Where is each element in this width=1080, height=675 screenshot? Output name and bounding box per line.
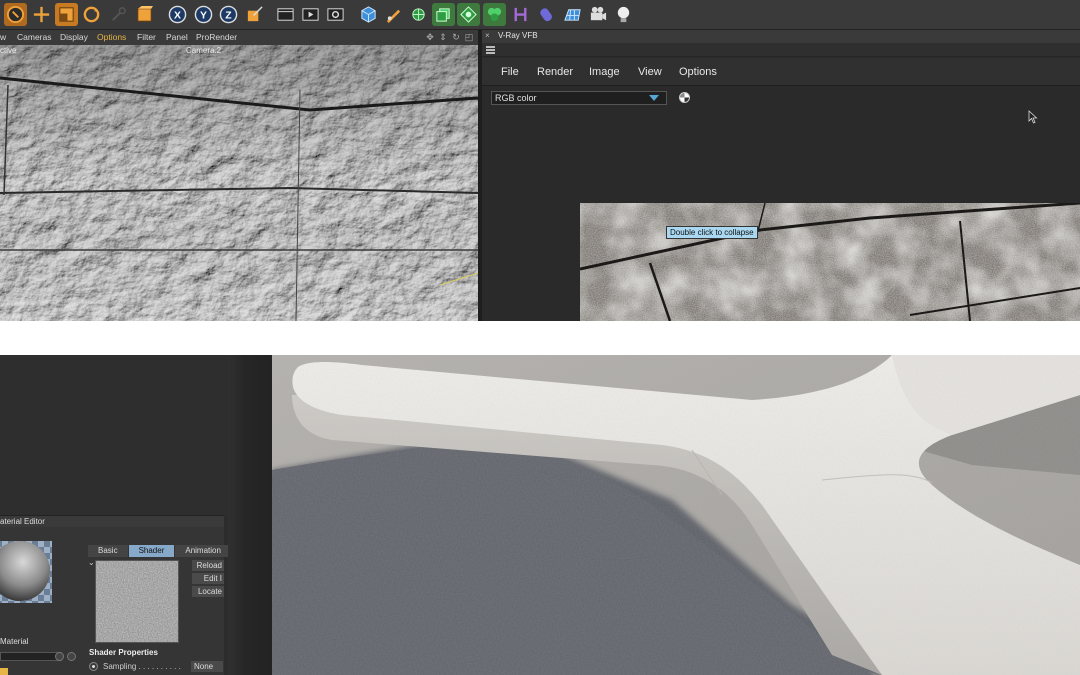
dolly-icon[interactable]: ⇕ (438, 32, 448, 42)
render-view-icon[interactable] (274, 3, 297, 26)
collapse-tooltip: Double click to collapse (666, 226, 758, 239)
sampling-label: Sampling . . . . . . . . . . (103, 662, 181, 671)
tab-animation[interactable]: Animation (175, 545, 231, 557)
material-tabs: Basic Shader Animation (88, 545, 232, 557)
hamburger-menu-icon[interactable] (486, 46, 495, 54)
vfb-menu-options[interactable]: Options (679, 66, 717, 78)
render-picture-viewer-icon[interactable] (299, 3, 322, 26)
floor-grid-icon[interactable] (561, 3, 584, 26)
orbit-icon[interactable]: ↻ (451, 32, 461, 42)
vfb-title: V-Ray VFB (498, 31, 538, 40)
locate-button[interactable]: Locate (192, 586, 224, 597)
view-name-label: ctive (0, 46, 17, 55)
rotate-icon[interactable] (80, 3, 103, 26)
shader-properties-heading: Shader Properties (89, 648, 158, 657)
material-menu-icon[interactable] (55, 652, 64, 661)
vfb-menu-bar: File Render Image View Options (482, 58, 1080, 86)
panel-seam (228, 355, 272, 675)
c4d-window: X Y Z w Cameras Display Options Filter P… (0, 0, 1080, 321)
reload-button[interactable]: Reload (192, 560, 224, 571)
vfb-menu-view[interactable]: View (638, 66, 662, 78)
menu-filter[interactable]: Filter (137, 32, 156, 42)
vfb-sub-bar (482, 43, 1080, 57)
coordinate-system-icon[interactable] (243, 3, 266, 26)
subdivision-icon[interactable] (407, 3, 430, 26)
camera-label: Camera.2 (186, 46, 222, 55)
y-axis-icon[interactable]: Y (192, 3, 215, 26)
keyframe-indicator (0, 668, 8, 675)
edit-button[interactable]: Edit I (192, 573, 224, 584)
x-axis-label: X (174, 10, 181, 21)
material-preview-sphere[interactable] (0, 541, 52, 603)
material-editor-title: aterial Editor (0, 517, 45, 526)
pan-icon[interactable]: ✥ (425, 32, 435, 42)
vfb-menu-file[interactable]: File (501, 66, 519, 78)
close-icon[interactable]: × (485, 31, 490, 40)
menu-prorender[interactable]: ProRender (196, 32, 237, 42)
material-name: Material (0, 637, 29, 646)
tab-basic[interactable]: Basic (88, 545, 128, 557)
recent-tool-icon[interactable] (107, 3, 130, 26)
cloner-icon[interactable] (432, 3, 455, 26)
c4d-lower-panel: aterial Editor Material Basic Shader Ani… (0, 355, 231, 675)
empty-panel-area (0, 355, 228, 515)
vray-frame-buffer: × V-Ray VFB File Render Image View Optio… (482, 30, 1080, 321)
menu-options[interactable]: Options (97, 32, 126, 42)
shader-texture-thumbnail[interactable] (95, 560, 179, 643)
tab-shader[interactable]: Shader (128, 545, 175, 557)
color-mode-icon[interactable] (679, 92, 690, 103)
final-render-image (272, 355, 1080, 675)
screenshot-root: X Y Z w Cameras Display Options Filter P… (0, 0, 1080, 675)
z-axis-icon[interactable]: Z (217, 3, 240, 26)
channel-value: RGB color (495, 93, 537, 103)
x-axis-icon[interactable]: X (166, 3, 189, 26)
environment-icon[interactable] (483, 3, 506, 26)
y-axis-label: Y (200, 10, 207, 21)
z-axis-label: Z (225, 10, 232, 21)
deformer-icon[interactable] (457, 3, 480, 26)
menu-cameras[interactable]: Cameras (17, 32, 51, 42)
maximize-icon[interactable]: ◰ (464, 32, 474, 42)
live-selection-icon[interactable] (4, 3, 27, 26)
sampling-radio[interactable] (89, 662, 98, 671)
bottom-frame: aterial Editor Material Basic Shader Ani… (0, 355, 1080, 675)
vfb-title-bar: × V-Ray VFB (482, 30, 1080, 43)
material-editor-header: aterial Editor (0, 515, 224, 527)
render-settings-icon[interactable] (324, 3, 347, 26)
light-icon[interactable] (612, 3, 635, 26)
move-icon[interactable] (30, 3, 53, 26)
stone-wall-view (0, 45, 478, 321)
vfb-menu-render[interactable]: Render (537, 66, 573, 78)
menu-view[interactable]: w (0, 32, 6, 42)
concrete-bench-render (272, 355, 1080, 675)
material-name-field[interactable] (0, 652, 62, 661)
material-link-icon[interactable] (67, 652, 76, 661)
pen-icon[interactable] (382, 3, 405, 26)
camera-icon[interactable] (587, 3, 610, 26)
render-preview[interactable] (580, 203, 1080, 321)
viewport-menu-bar: w Cameras Display Options Filter Panel P… (0, 30, 478, 45)
menu-display[interactable]: Display (60, 32, 88, 42)
model-mode-icon[interactable] (133, 3, 156, 26)
cube-icon[interactable] (357, 3, 380, 26)
dropdown-arrow-icon (649, 95, 659, 101)
vfb-menu-image[interactable]: Image (589, 66, 620, 78)
scale-icon[interactable] (55, 3, 78, 26)
stone-render-image (580, 203, 1080, 321)
mouse-cursor-icon (1028, 110, 1038, 124)
chevron-down-icon[interactable]: ⌄ (88, 558, 95, 567)
menu-panel[interactable]: Panel (166, 32, 188, 42)
perspective-viewport[interactable]: ctive Camera.2 (0, 45, 478, 321)
main-toolbar: X Y Z (0, 0, 1080, 30)
generator-icon[interactable] (535, 3, 558, 26)
sampling-dropdown[interactable]: None (191, 661, 223, 672)
channel-dropdown[interactable]: RGB color (491, 91, 667, 105)
spline-icon[interactable] (509, 3, 532, 26)
